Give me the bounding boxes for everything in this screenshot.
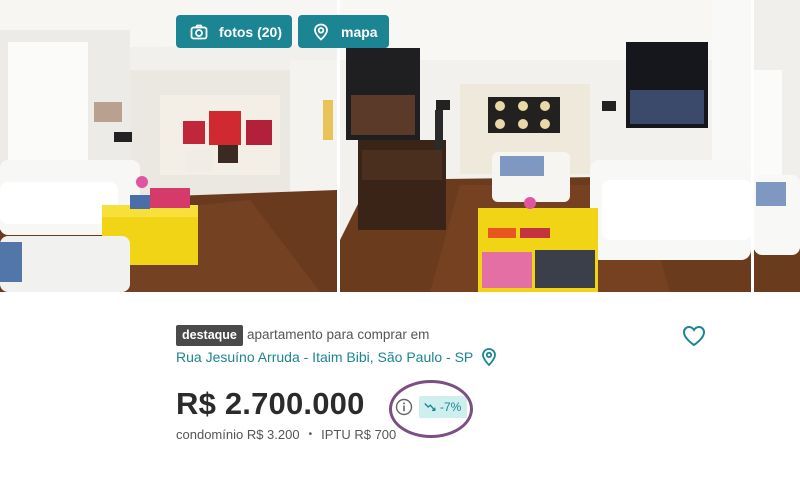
featured-badge: destaque [176,325,243,346]
sitting-area-image [340,0,751,292]
photos-button-label: fotos (20) [219,23,282,40]
fees-separator: • [308,429,313,440]
map-button-label: mapa [341,23,378,40]
photos-button[interactable]: fotos (20) [176,15,292,48]
listing-type-text: apartamento para comprar em [247,327,430,342]
photo-gallery[interactable]: fotos (20) mapa [0,0,800,292]
camera-icon [190,23,208,41]
listing-photo-next[interactable] [754,0,800,292]
iptu-fee: IPTU R$ 700 [321,427,397,442]
condo-fee: condomínio R$ 3.200 [176,427,300,442]
favorite-heart-icon[interactable] [682,325,706,347]
listing-photo-sitting-area[interactable] [340,0,751,292]
address-text: Rua Jesuíno Arruda - Itaim Bibi, São Pau… [176,349,474,365]
map-button[interactable]: mapa [298,15,389,48]
map-pin-icon [312,23,330,41]
fees-line: condomínio R$ 3.200 • IPTU R$ 700 [176,427,396,442]
listing-price: R$ 2.700.000 [176,386,365,421]
location-pin-icon [481,348,497,366]
next-photo-image [754,0,800,292]
annotation-circle [389,380,473,438]
address-link[interactable]: Rua Jesuíno Arruda - Itaim Bibi, São Pau… [176,348,497,366]
